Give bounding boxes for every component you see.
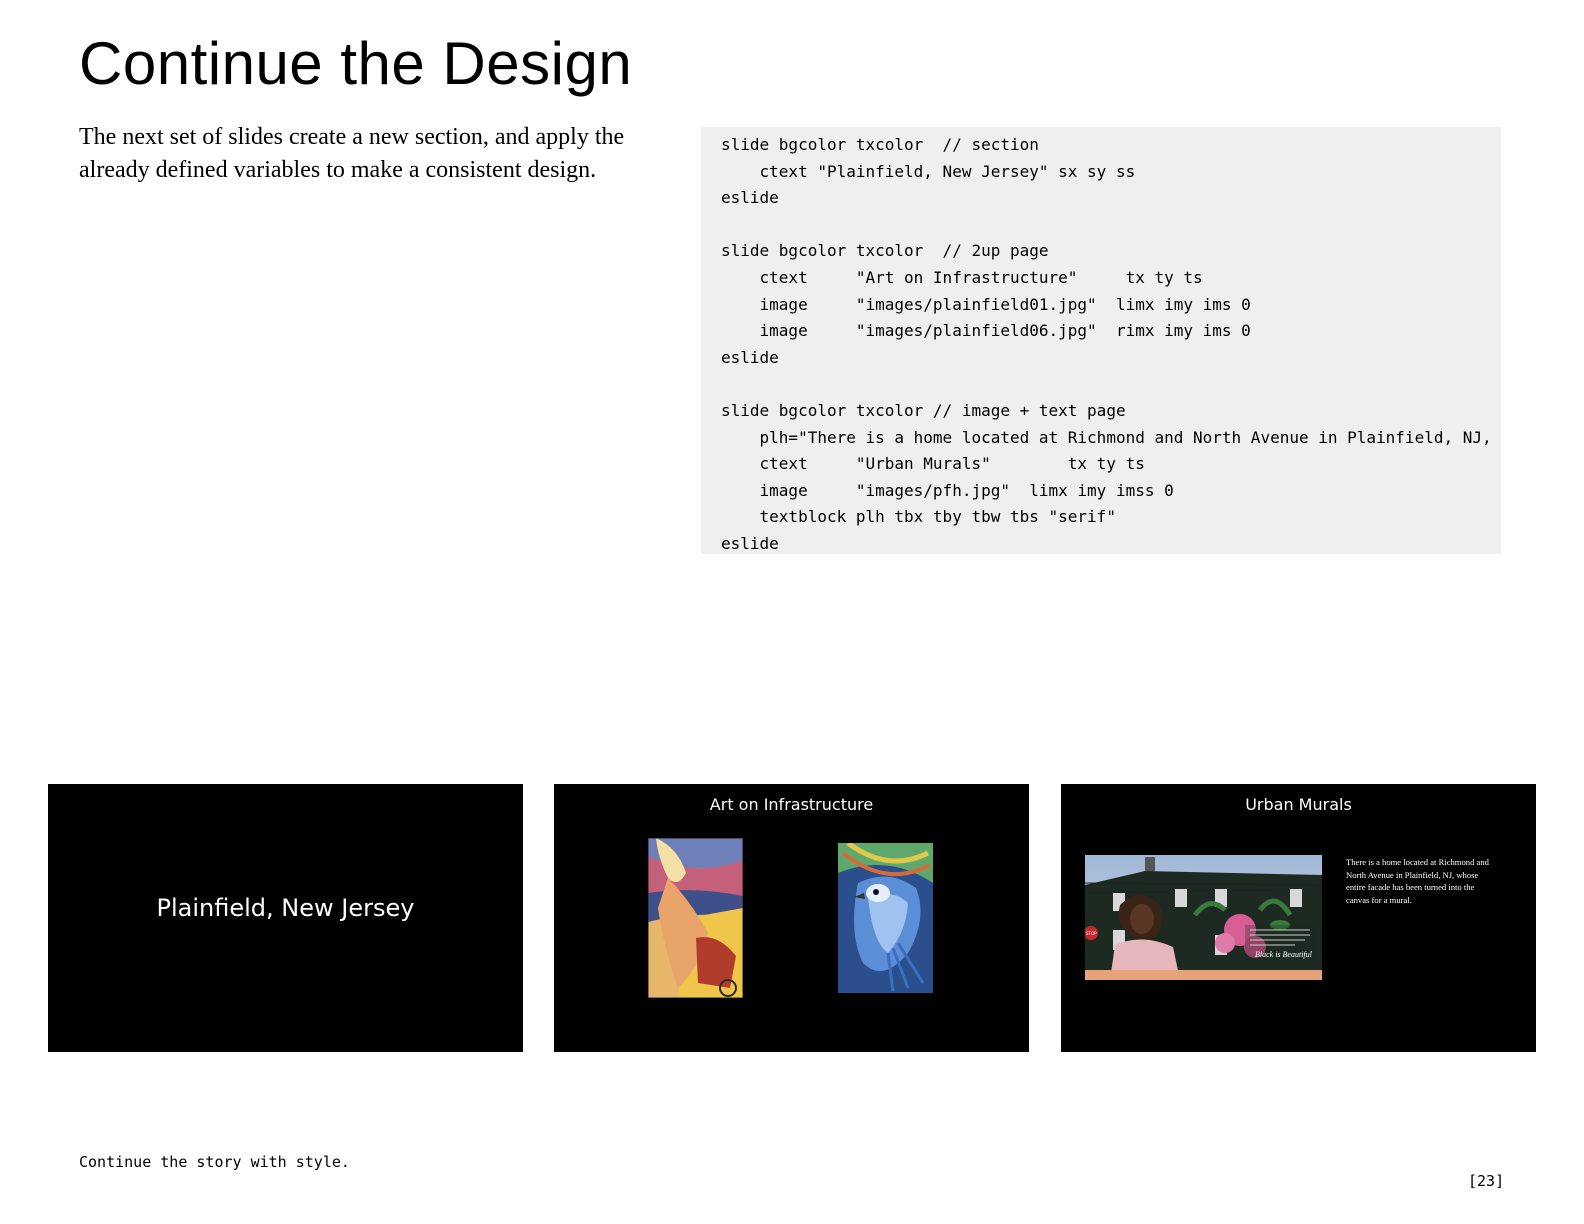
mural-woman-image: [648, 838, 743, 998]
mural-house-image: Black is Beautiful STOP: [1085, 855, 1322, 980]
intro-paragraph: The next set of slides create a new sect…: [79, 124, 625, 183]
slide-section-preview: Plainfield, New Jersey: [48, 784, 523, 1052]
code-block: slide bgcolor txcolor // section ctext "…: [701, 127, 1501, 554]
page-title: Continue the Design: [79, 30, 633, 97]
page-number: [23]: [1468, 1172, 1505, 1190]
slide-title: Art on Infrastructure: [709, 795, 874, 814]
slide-title: Urban Murals: [1245, 795, 1352, 814]
mural-bird-image: [838, 843, 933, 993]
code-listing: slide bgcolor txcolor // section ctext "…: [721, 135, 1492, 553]
section-title: Plainfield, New Jersey: [156, 894, 415, 922]
slide-image-text-preview: Urban Murals Black is Beautiful STOP The…: [1061, 784, 1536, 1052]
mural-signature: Black is Beautiful: [1255, 950, 1313, 959]
footer-note: Continue the story with style.: [79, 1153, 350, 1171]
stop-sign-text: STOP: [1086, 931, 1097, 936]
slide-2up-preview: Art on Infrastructure: [554, 784, 1029, 1052]
slide-body-text: There is a home located at Richmond and …: [1346, 857, 1489, 905]
